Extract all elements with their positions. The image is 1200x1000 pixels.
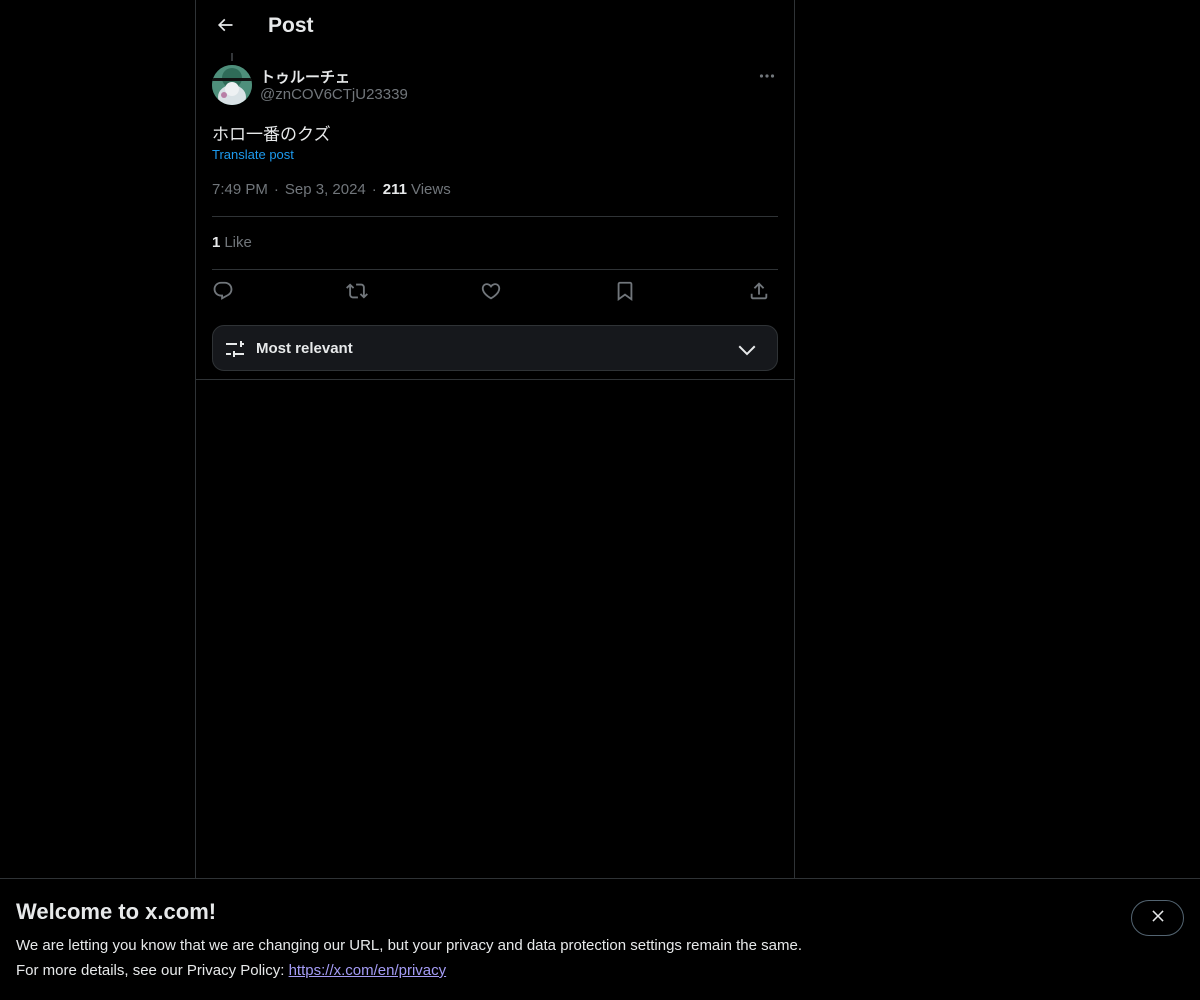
share-icon (748, 280, 770, 307)
post-time[interactable]: 7:49 PM (212, 181, 268, 198)
post-meta: 7:49 PM · Sep 3, 2024 · 211 Views (212, 181, 451, 198)
sort-label: Most relevant (256, 340, 353, 357)
likes-summary[interactable]: 1 Like (212, 234, 252, 251)
reply-button[interactable] (210, 280, 236, 306)
close-icon (1149, 907, 1167, 930)
repost-icon (346, 280, 368, 307)
banner-title: Welcome to x.com! (16, 899, 217, 924)
banner-policy-prefix: For more details, see our Privacy Policy… (16, 962, 289, 979)
post-column: Post トゥルーチェ @znCOV6CTjU23339 ホロ一番のクズ Tra… (195, 0, 795, 878)
divider (212, 269, 778, 270)
likes-label: Like (224, 234, 252, 251)
share-button[interactable] (746, 280, 772, 306)
repost-button[interactable] (344, 280, 370, 306)
avatar[interactable] (212, 65, 252, 105)
more-options-button[interactable] (756, 65, 778, 85)
reply-icon (212, 280, 234, 307)
arrow-left-icon (215, 15, 235, 40)
bookmark-button[interactable] (612, 280, 638, 306)
more-icon (759, 66, 775, 84)
divider (196, 379, 794, 380)
thread-connector (231, 53, 233, 61)
views-label: Views (410, 181, 451, 198)
banner-message: We are letting you know that we are chan… (16, 937, 802, 954)
like-button[interactable] (478, 280, 504, 306)
post-date[interactable]: Sep 3, 2024 (285, 181, 366, 198)
translate-post-link[interactable]: Translate post (212, 147, 294, 162)
page-title: Post (268, 14, 314, 37)
chevron-down-icon (735, 338, 759, 362)
reply-sort-dropdown[interactable]: Most relevant (212, 325, 778, 371)
sliders-icon (223, 337, 247, 361)
post-author: トゥルーチェ @znCOV6CTjU23339 (212, 65, 778, 105)
privacy-policy-link[interactable]: https://x.com/en/privacy (289, 962, 447, 979)
post-header: Post (196, 0, 794, 53)
like-icon (480, 280, 502, 307)
banner-close-button[interactable] (1131, 900, 1184, 936)
views-count: 211 (382, 181, 407, 198)
meta-separator: · (273, 181, 279, 198)
divider (212, 216, 778, 217)
likes-count: 1 (212, 234, 221, 251)
banner-policy-line: For more details, see our Privacy Policy… (16, 962, 446, 979)
author-handle[interactable]: @znCOV6CTjU23339 (260, 86, 408, 103)
url-change-banner: Welcome to x.com! We are letting you kno… (0, 878, 1200, 1000)
bookmark-icon (614, 280, 636, 307)
meta-separator: · (371, 181, 377, 198)
back-button[interactable] (208, 10, 242, 44)
post-text: ホロ一番のクズ (212, 125, 331, 145)
post-actions (212, 280, 778, 306)
author-display-name[interactable]: トゥルーチェ (260, 66, 350, 87)
